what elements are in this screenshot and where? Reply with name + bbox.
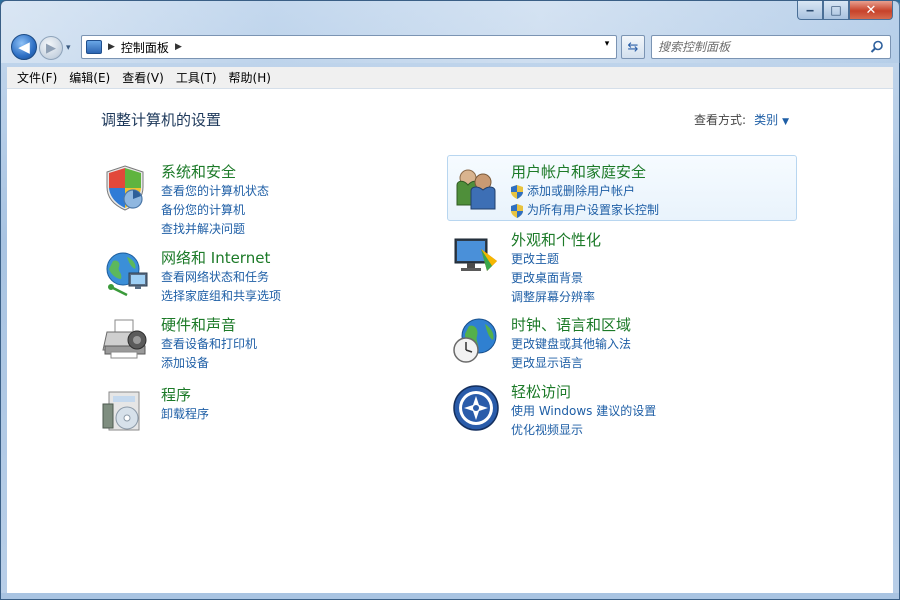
category-links: 查看您的计算机状态 备份您的计算机 查找并解决问题 xyxy=(161,182,269,239)
address-bar[interactable]: ▶ 控制面板 ▶ ▾ xyxy=(81,35,617,59)
link-homegroup-sharing[interactable]: 选择家庭组和共享选项 xyxy=(161,287,281,306)
caption-buttons: ‒ □ ✕ xyxy=(797,1,893,20)
minimize-button[interactable]: ‒ xyxy=(797,1,823,20)
link-screen-resolution[interactable]: 调整屏幕分辨率 xyxy=(511,288,595,307)
category-links: 卸载程序 xyxy=(161,405,209,424)
category-title[interactable]: 轻松访问 xyxy=(511,381,571,402)
category-title[interactable]: 硬件和声音 xyxy=(161,314,236,335)
clock-globe-icon[interactable] xyxy=(451,316,501,366)
programs-icon[interactable] xyxy=(101,386,151,436)
back-button[interactable]: ◀ xyxy=(11,34,37,60)
link-optimize-visual-display[interactable]: 优化视频显示 xyxy=(511,421,656,440)
link-keyboards-input[interactable]: 更改键盘或其他输入法 xyxy=(511,335,631,354)
breadcrumb-separator-icon[interactable]: ▶ xyxy=(108,42,115,52)
category-links: 添加或删除用户帐户 为所有用户设置家长控制 xyxy=(511,182,659,220)
link-parental-controls[interactable]: 为所有用户设置家长控制 xyxy=(511,201,659,220)
content-area: 调整计算机的设置 查看方式: 类别 ▼ 系统和安全 查看您的计算机状态 备份您的计算… xyxy=(7,89,893,593)
link-view-computer-status[interactable]: 查看您的计算机状态 xyxy=(161,182,269,201)
link-windows-suggested-settings[interactable]: 使用 Windows 建议的设置 xyxy=(511,402,656,421)
uac-shield-icon xyxy=(511,203,523,218)
ease-of-access-icon[interactable] xyxy=(451,383,501,433)
window-frame: ‒ □ ✕ ◀ ▶ ▾ ▶ 控制面板 ▶ ▾ ⇆ 文件(F) 编辑(E) 查看(… xyxy=(0,0,900,600)
shield-icon[interactable] xyxy=(101,163,151,213)
forward-arrow-icon: ▶ xyxy=(46,40,56,56)
menu-bar: 文件(F) 编辑(E) 查看(V) 工具(T) 帮助(H) xyxy=(7,67,893,89)
link-desktop-background[interactable]: 更改桌面背景 xyxy=(511,269,595,288)
link-add-remove-accounts[interactable]: 添加或删除用户帐户 xyxy=(511,182,659,201)
address-dropdown-icon[interactable]: ▾ xyxy=(600,39,614,49)
link-change-theme[interactable]: 更改主题 xyxy=(511,250,595,269)
search-input[interactable] xyxy=(658,39,858,55)
refresh-icon: ⇆ xyxy=(627,39,639,55)
menu-file[interactable]: 文件(F) xyxy=(11,69,63,86)
link-network-status[interactable]: 查看网络状态和任务 xyxy=(161,268,281,287)
navigation-bar: ◀ ▶ ▾ ▶ 控制面板 ▶ ▾ ⇆ xyxy=(9,31,891,61)
uac-shield-icon xyxy=(511,184,523,199)
category-links: 查看网络状态和任务 选择家庭组和共享选项 xyxy=(161,268,281,306)
category-title[interactable]: 外观和个性化 xyxy=(511,229,601,250)
breadcrumb-separator-icon[interactable]: ▶ xyxy=(175,42,182,52)
link-text[interactable]: 为所有用户设置家长控制 xyxy=(527,201,659,220)
users-icon[interactable] xyxy=(451,163,501,213)
monitor-icon[interactable] xyxy=(451,231,501,281)
link-text[interactable]: 添加或删除用户帐户 xyxy=(527,182,635,201)
refresh-button[interactable]: ⇆ xyxy=(621,35,645,59)
view-by: 查看方式: 类别 ▼ xyxy=(694,111,789,128)
link-backup-computer[interactable]: 备份您的计算机 xyxy=(161,201,269,220)
forward-button[interactable]: ▶ xyxy=(39,36,63,60)
link-display-language[interactable]: 更改显示语言 xyxy=(511,354,631,373)
control-panel-icon xyxy=(86,40,102,54)
category-links: 更改主题 更改桌面背景 调整屏幕分辨率 xyxy=(511,250,595,307)
view-by-dropdown[interactable]: 类别 xyxy=(754,113,778,127)
maximize-button[interactable]: □ xyxy=(823,1,849,20)
printer-icon[interactable] xyxy=(101,316,151,366)
link-uninstall-program[interactable]: 卸载程序 xyxy=(161,405,209,424)
page-title: 调整计算机的设置 xyxy=(101,111,222,129)
link-devices-printers[interactable]: 查看设备和打印机 xyxy=(161,335,257,354)
category-title[interactable]: 时钟、语言和区域 xyxy=(511,314,631,335)
close-button[interactable]: ✕ xyxy=(849,1,893,20)
category-title[interactable]: 网络和 Internet xyxy=(161,247,270,268)
breadcrumb-control-panel[interactable]: 控制面板 xyxy=(121,39,169,56)
category-title[interactable]: 用户帐户和家庭安全 xyxy=(511,161,646,182)
category-links: 查看设备和打印机 添加设备 xyxy=(161,335,257,373)
chevron-down-icon[interactable]: ▼ xyxy=(782,117,789,127)
category-links: 使用 Windows 建议的设置 优化视频显示 xyxy=(511,402,656,440)
menu-help[interactable]: 帮助(H) xyxy=(223,69,277,86)
link-troubleshoot[interactable]: 查找并解决问题 xyxy=(161,220,269,239)
menu-tools[interactable]: 工具(T) xyxy=(170,69,223,86)
menu-edit[interactable]: 编辑(E) xyxy=(63,69,116,86)
recent-pages-dropdown[interactable]: ▾ xyxy=(66,43,71,53)
search-icon[interactable] xyxy=(870,40,884,54)
search-box[interactable] xyxy=(651,35,891,59)
category-title[interactable]: 程序 xyxy=(161,384,191,405)
back-arrow-icon: ◀ xyxy=(18,38,30,56)
view-by-label: 查看方式: xyxy=(694,113,747,127)
category-title[interactable]: 系统和安全 xyxy=(161,161,236,182)
category-links: 更改键盘或其他输入法 更改显示语言 xyxy=(511,335,631,373)
link-add-device[interactable]: 添加设备 xyxy=(161,354,257,373)
window-bottom-border xyxy=(1,593,899,599)
menu-view[interactable]: 查看(V) xyxy=(116,69,170,86)
network-icon[interactable] xyxy=(101,249,151,299)
